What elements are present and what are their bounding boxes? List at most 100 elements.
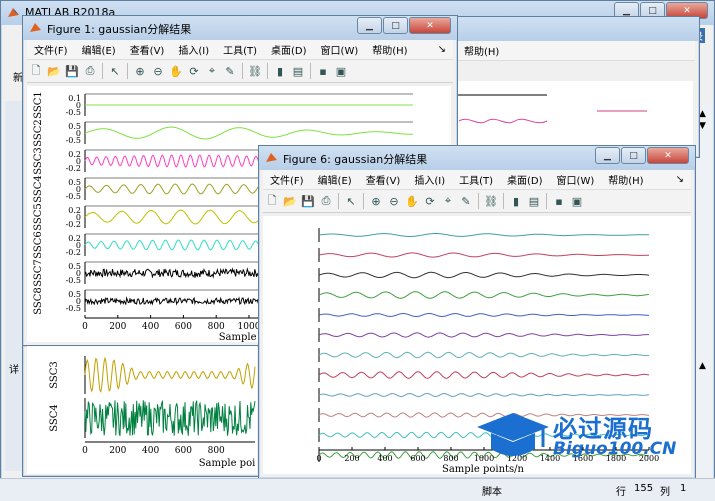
watermark-en: Biguo100.CN (553, 439, 677, 459)
series-line (318, 392, 650, 398)
chevron-up-icon[interactable]: ▲ (699, 109, 706, 119)
zoom-in-icon[interactable]: ⊕ (132, 63, 148, 79)
menu-item[interactable]: 文件(F) (34, 42, 68, 57)
print-icon[interactable]: ⎙ (82, 63, 98, 79)
ssc-ylabel: SSC7 (33, 259, 44, 287)
series-line (318, 313, 649, 317)
menu-item[interactable]: 查看(V) (366, 172, 401, 187)
menu-item[interactable]: 桌面(D) (271, 42, 307, 57)
menu-item[interactable]: 帮助(H) (608, 172, 643, 187)
y-tick-label: -0.5 (66, 136, 81, 145)
colorbar-icon[interactable]: ▮ (272, 63, 288, 79)
colorbar-icon[interactable]: ▮ (508, 193, 524, 209)
x-tick-label: 800 (443, 454, 458, 463)
x-tick-label: 0 (82, 446, 88, 456)
pan-icon[interactable]: ✋ (168, 63, 184, 79)
legend-icon[interactable]: ▤ (526, 193, 542, 209)
menu-item[interactable]: 插入(I) (178, 42, 209, 57)
y-tick-label: -0.2 (66, 164, 81, 173)
series-line (318, 233, 650, 237)
menu-item[interactable]: 插入(I) (414, 172, 445, 187)
rotate-icon[interactable]: ⟳ (186, 63, 202, 79)
ssc-ylabel: SSC6 (33, 231, 44, 259)
x-tick-label: 600 (175, 322, 192, 332)
y-tick-label: -0.5 (66, 276, 81, 285)
rotate-icon[interactable]: ⟳ (422, 193, 438, 209)
zoom-out-icon[interactable]: ⊖ (150, 63, 166, 79)
menu-item[interactable]: 帮助(H) (372, 42, 407, 57)
save-icon[interactable]: 💾 (300, 193, 316, 209)
figure-behind-window: 帮助(H) (452, 16, 700, 158)
zoom-out-icon[interactable]: ⊖ (386, 193, 402, 209)
figure6-toolbar: 🗋 📂 💾 ⎙ ↖ ⊕ ⊖ ✋ ⟳ ⌖ ✎ ⛓ ▮ ▤ ▪ ▣ (263, 190, 691, 213)
menu-item[interactable]: 编辑(E) (318, 172, 352, 187)
figure1-menubar: 文件(F) 编辑(E) 查看(V) 插入(I) 工具(T) 桌面(D) 窗口(W) 帮助(H)… (27, 40, 453, 60)
left-detail-label: 详 (9, 365, 19, 376)
status-bar: 脚本 行 155 列 1 (0, 478, 715, 501)
x-tick-label: 600 (175, 446, 192, 456)
link-icon[interactable]: ⛓ (247, 63, 263, 79)
series-line (84, 399, 256, 436)
new-figure-icon[interactable]: 🗋 (264, 193, 280, 209)
menu-item[interactable]: 查看(V) (130, 42, 165, 57)
menu-item[interactable]: 窗口(W) (321, 42, 359, 57)
new-figure-icon[interactable]: 🗋 (28, 63, 44, 79)
x-tick-label: 800 (208, 322, 225, 332)
y-tick-label: -0.2 (66, 220, 81, 229)
ssc-ylabel: SSC3 (33, 147, 44, 175)
legend-icon[interactable]: ▤ (290, 63, 306, 79)
maximize-button[interactable]: □ (383, 17, 408, 34)
show-plot-tools-icon[interactable]: ▣ (333, 63, 349, 79)
x-axis-label: Sample poi (199, 458, 256, 469)
data-cursor-icon[interactable]: ⌖ (204, 63, 220, 79)
close-button[interactable]: ✕ (647, 147, 689, 164)
behind-plot (457, 94, 647, 124)
menu-item[interactable]: 桌面(D) (507, 172, 543, 187)
series-line (84, 356, 256, 393)
x-tick-label: 800 (208, 446, 225, 456)
chevron-down-icon[interactable]: ▼ (699, 121, 706, 131)
menu-item[interactable]: 文件(F) (270, 172, 304, 187)
dock-arrow-icon[interactable]: ↘ (438, 44, 446, 55)
figure-icon (30, 23, 41, 32)
hide-plot-tools-icon[interactable]: ▪ (315, 63, 331, 79)
print-icon[interactable]: ⎙ (318, 193, 334, 209)
figure1-title: Figure 1: gaussian分解结果 (47, 23, 192, 36)
status-row: 155 (634, 483, 654, 494)
x-tick-label: 600 (410, 454, 425, 463)
minimize-button[interactable]: ▁ (595, 147, 620, 164)
menu-help[interactable]: 帮助(H) (464, 43, 499, 58)
open-file-icon[interactable]: 📂 (282, 193, 298, 209)
pointer-icon[interactable]: ↖ (343, 193, 359, 209)
menu-item[interactable]: 工具(T) (459, 172, 493, 187)
pointer-icon[interactable]: ↖ (107, 63, 123, 79)
pan-icon[interactable]: ✋ (404, 193, 420, 209)
data-cursor-icon[interactable]: ⌖ (440, 193, 456, 209)
figure6-title: Figure 6: gaussian分解结果 (283, 153, 428, 166)
status-col: 1 (680, 483, 687, 494)
figure-bottom-window: SSC3 SSC4 0 200 400 600 800 Sample poi (22, 345, 260, 477)
behind-plot-area (457, 81, 693, 153)
x-tick-label: 200 (109, 446, 126, 456)
hide-plot-tools-icon[interactable]: ▪ (551, 193, 567, 209)
zoom-in-icon[interactable]: ⊕ (368, 193, 384, 209)
dock-arrow-icon[interactable]: ↘ (676, 174, 684, 185)
brush-icon[interactable]: ✎ (222, 63, 238, 79)
show-plot-tools-icon[interactable]: ▣ (569, 193, 585, 209)
menu-item[interactable]: 窗口(W) (557, 172, 595, 187)
maximize-button[interactable]: □ (621, 147, 646, 164)
menu-item[interactable]: 编辑(E) (82, 42, 116, 57)
save-icon[interactable]: 💾 (64, 63, 80, 79)
link-icon[interactable]: ⛓ (483, 193, 499, 209)
x-tick-label: 400 (377, 454, 392, 463)
brush-icon[interactable]: ✎ (458, 193, 474, 209)
close-button[interactable]: ✕ (409, 17, 451, 34)
chevron-up-icon[interactable]: ▲ (699, 361, 706, 371)
y-tick-label: -0.5 (66, 108, 81, 117)
series-line (318, 371, 650, 379)
minimize-button[interactable]: ▁ (357, 17, 382, 34)
menu-item[interactable]: 工具(T) (223, 42, 257, 57)
ssc-ylabel: SSC4 (33, 175, 44, 203)
open-file-icon[interactable]: 📂 (46, 63, 62, 79)
x-tick-label: 0 (316, 454, 321, 463)
